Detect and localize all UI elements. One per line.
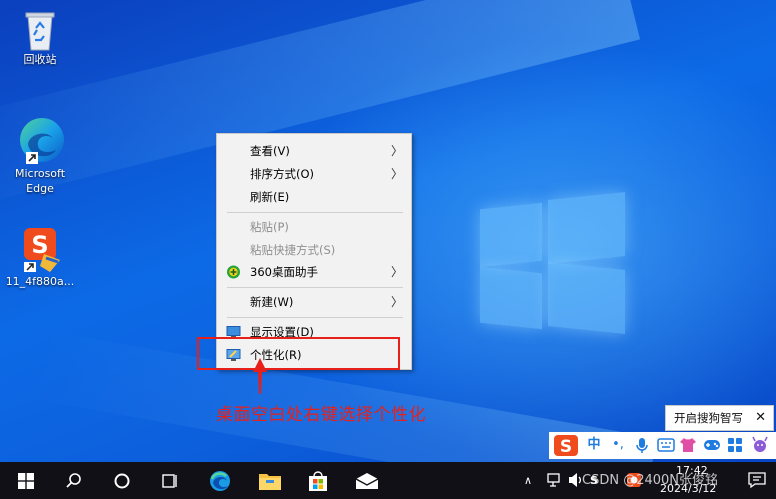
annotation-caption: 桌面空白处右键选择个性化: [216, 405, 426, 425]
sogou-ime-toolbar: S 中 •,: [549, 432, 776, 459]
desktop-icon-recycle-bin[interactable]: 回收站: [4, 8, 76, 67]
csdn-watermark: CSDN @2400N张俊铭: [582, 473, 719, 488]
store-bag-icon: [309, 470, 327, 491]
sogou-installer-icon: S: [24, 228, 60, 272]
menu-item-sort-by[interactable]: 排序方式(O) 〉: [217, 163, 411, 185]
notification-center-icon[interactable]: [747, 471, 767, 489]
search-icon: [66, 472, 81, 488]
menu-separator: [227, 317, 403, 318]
menu-item-paste: 粘贴(P): [217, 216, 411, 238]
menu-item-label: 粘贴快捷方式(S): [250, 243, 336, 257]
windows-start-icon: [18, 472, 34, 489]
windows-logo-wallpaper: [480, 191, 625, 335]
taskbar-microsoft-store[interactable]: [298, 462, 338, 499]
menu-item-view[interactable]: 查看(V) 〉: [217, 140, 411, 162]
search-button[interactable]: [54, 462, 94, 499]
menu-item-label: 排序方式(O): [250, 167, 315, 181]
360-icon: [227, 265, 240, 279]
sogou-logo-icon[interactable]: S: [553, 434, 579, 457]
submenu-arrow-icon: 〉: [390, 144, 403, 158]
cortana-button[interactable]: [102, 462, 142, 499]
taskbar-edge[interactable]: [200, 462, 240, 499]
keyboard-icon[interactable]: [657, 438, 675, 452]
menu-item-label: 刷新(E): [250, 190, 290, 204]
recycle-bin-icon: [25, 12, 55, 51]
desktop-icon-edge[interactable]: Microsoft Edge: [4, 114, 76, 196]
taskbar-mail[interactable]: [347, 462, 387, 499]
task-view-button[interactable]: [150, 462, 190, 499]
microphone-icon[interactable]: [635, 437, 649, 454]
sogou-assistant-icon[interactable]: [751, 436, 769, 454]
desktop-background[interactable]: 回收站 Microsoft Edge S 11_4f880a... 查看(V) …: [0, 0, 776, 462]
menu-item-refresh[interactable]: 刷新(E): [217, 186, 411, 208]
taskbar-file-explorer[interactable]: [250, 462, 290, 499]
folder-icon: [259, 473, 281, 490]
menu-item-label: 粘贴(P): [250, 220, 289, 234]
cortana-circle-icon: [114, 473, 130, 488]
close-icon[interactable]: ✕: [755, 406, 766, 430]
sogou-smart-write-tip[interactable]: 开启搜狗智写 ✕: [665, 405, 774, 431]
chinese-mode-toggle[interactable]: 中: [585, 436, 603, 454]
gamepad-icon[interactable]: [703, 437, 721, 453]
submenu-arrow-icon: 〉: [390, 265, 403, 279]
menu-item-360-desktop-assistant[interactable]: 360桌面助手 〉: [217, 261, 411, 283]
desktop-context-menu: 查看(V) 〉 排序方式(O) 〉 刷新(E) 粘贴(P) 粘贴快捷方式(S) …: [216, 133, 412, 370]
skin-shirt-icon[interactable]: [679, 436, 697, 454]
toolbox-grid-icon[interactable]: [727, 437, 743, 453]
menu-separator: [227, 212, 403, 213]
menu-separator: [227, 287, 403, 288]
tray-overflow-chevron-icon[interactable]: ∧: [524, 462, 532, 499]
sogou-tip-label: 开启搜狗智写: [674, 411, 743, 425]
annotation-highlight-box: [197, 337, 400, 370]
submenu-arrow-icon: 〉: [390, 167, 403, 181]
desktop-icon-label-line2: Edge: [26, 182, 54, 195]
annotation-arrow-icon: [253, 358, 267, 394]
network-icon[interactable]: [546, 472, 564, 488]
menu-item-paste-shortcut: 粘贴快捷方式(S): [217, 239, 411, 261]
edge-icon: [20, 118, 64, 164]
desktop-icon-label: 11_4f880a...: [5, 275, 75, 288]
submenu-arrow-icon: 〉: [390, 295, 403, 309]
desktop-icon-label-line1: Microsoft: [14, 167, 66, 180]
start-button[interactable]: [6, 462, 46, 499]
edge-icon: [210, 470, 230, 491]
menu-item-label: 360桌面助手: [250, 265, 318, 279]
task-view-icon: [162, 473, 177, 488]
menu-item-label: 新建(W): [250, 295, 294, 309]
svg-text:S: S: [560, 437, 572, 457]
desktop-icon-label: 回收站: [23, 53, 57, 66]
menu-item-new[interactable]: 新建(W) 〉: [217, 291, 411, 313]
mail-icon: [355, 472, 379, 489]
menu-item-label: 查看(V): [250, 144, 290, 158]
desktop-icon-sogou-installer[interactable]: S 11_4f880a...: [4, 222, 76, 289]
punctuation-toggle[interactable]: •,: [609, 436, 627, 454]
